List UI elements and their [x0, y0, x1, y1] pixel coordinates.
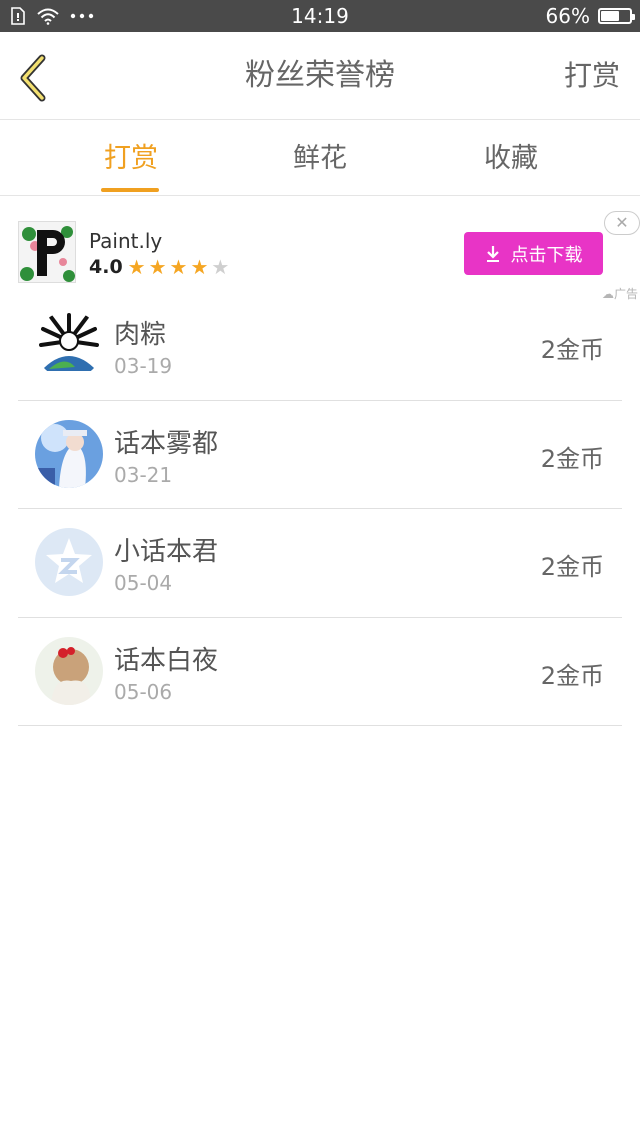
app-logo-icon: [18, 221, 76, 283]
reward-amount: 2金币: [540, 661, 604, 690]
reward-amount: 2金币: [540, 553, 604, 581]
star-icon: ★: [190, 255, 209, 279]
nav-header: 粉丝荣誉榜 打赏: [0, 32, 640, 120]
star-icon: ★: [169, 255, 188, 279]
tab-active-indicator: [101, 188, 159, 192]
user-name: 小话本君: [114, 537, 219, 567]
reward-date: 05-06: [114, 679, 173, 704]
battery-fill: [601, 11, 620, 21]
star-empty-icon: ★: [211, 255, 230, 279]
reward-list: 肉粽 03-19 2金币 话本雾都 03-21 2金币 小话本君 05-04 2…: [18, 292, 622, 726]
ad-app-name: Paint.ly: [89, 229, 163, 253]
star-icon: ★: [127, 255, 146, 279]
battery-percent: 66%: [545, 4, 590, 28]
status-right: 66%: [545, 0, 635, 32]
status-bar: 14:19 66%: [0, 0, 640, 32]
reward-date: 03-21: [114, 462, 173, 487]
user-name: 话本白夜: [114, 645, 219, 676]
tab-label: 收藏: [484, 143, 538, 174]
ad-banner[interactable]: Paint.ly 4.0 ★ ★ ★ ★ ★ 点击下载 ✕ ☁广告: [0, 205, 640, 301]
ad-rating: 4.0 ★ ★ ★ ★ ★: [89, 256, 229, 278]
tab-favorites[interactable]: 收藏: [451, 121, 571, 196]
reward-date: 05-04: [114, 571, 173, 595]
page-title: 粉丝荣誉榜: [245, 58, 395, 93]
list-item[interactable]: 小话本君 05-04 2金币: [18, 509, 622, 618]
tab-bar: 打赏 鲜花 收藏: [0, 121, 640, 196]
reward-action-button[interactable]: 打赏: [564, 32, 620, 120]
user-name: 肉粽: [114, 320, 167, 350]
star-icon: ★: [148, 255, 167, 279]
user-name: 话本雾都: [114, 428, 219, 459]
reward-amount: 2金币: [540, 444, 604, 473]
avatar: [35, 311, 103, 379]
reward-date: 03-19: [114, 354, 173, 378]
list-item[interactable]: 话本雾都 03-21 2金币: [18, 401, 622, 509]
close-icon[interactable]: ✕: [604, 211, 640, 235]
ad-download-button[interactable]: 点击下载: [464, 232, 603, 275]
reward-amount: 2金币: [540, 336, 604, 364]
avatar: [35, 419, 103, 488]
avatar: [35, 636, 103, 705]
ad-download-label: 点击下载: [510, 244, 583, 266]
tab-flowers[interactable]: 鲜花: [260, 121, 380, 196]
status-time: 14:19: [291, 4, 349, 28]
battery-icon: [598, 8, 635, 24]
avatar: [35, 528, 103, 596]
list-item[interactable]: 肉粽 03-19 2金币: [18, 292, 622, 401]
tab-label: 打赏: [104, 143, 158, 174]
list-item[interactable]: 话本白夜 05-06 2金币: [18, 618, 622, 726]
tab-label: 鲜花: [293, 143, 347, 174]
download-icon: [486, 245, 499, 262]
ad-rating-score: 4.0: [89, 256, 123, 278]
tab-reward[interactable]: 打赏: [71, 121, 191, 196]
